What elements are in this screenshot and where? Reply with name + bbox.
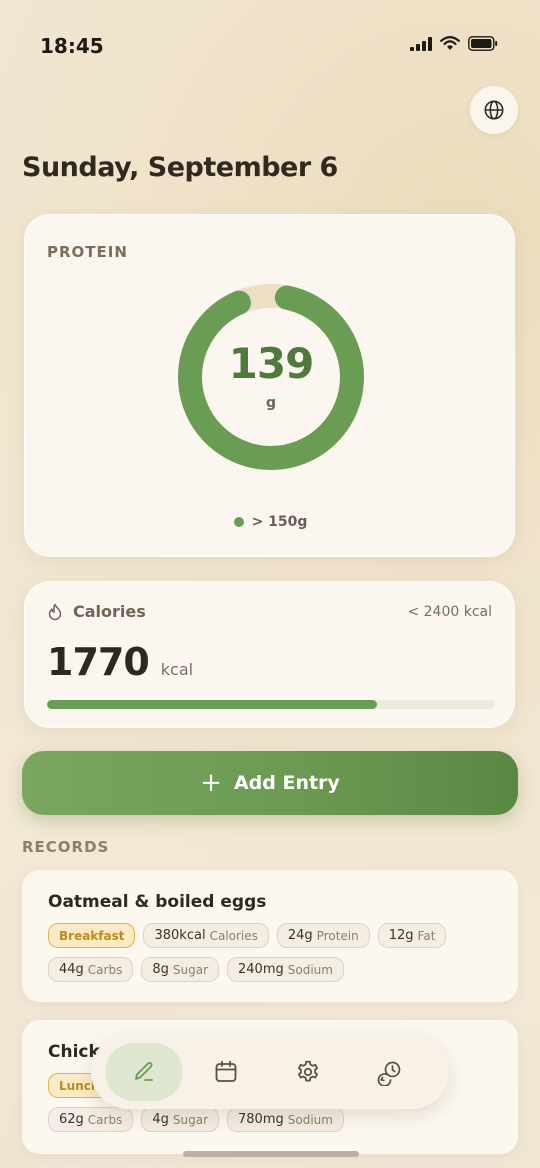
calories-goal: < 2400 kcal xyxy=(407,604,492,620)
records-heading: RECORDS xyxy=(22,838,110,856)
calories-card: Calories < 2400 kcal 1770 kcal xyxy=(24,581,515,728)
page-title: Sunday, September 6 xyxy=(22,152,338,183)
protein-label: PROTEIN xyxy=(47,243,128,261)
protein-ring: 139 g xyxy=(177,283,365,471)
meal-badge: Breakfast xyxy=(48,923,136,948)
protein-unit: g xyxy=(265,395,277,411)
record-item[interactable]: Oatmeal & boiled eggs Breakfast 380kcal C… xyxy=(22,870,518,1002)
record-chips: Breakfast 380kcal Calories 24g Protein 12g… xyxy=(48,923,447,948)
nav-log[interactable] xyxy=(105,1043,183,1101)
home-indicator xyxy=(183,1151,359,1157)
calories-progress-fill xyxy=(47,700,378,709)
add-entry-button[interactable]: + Add Entry xyxy=(22,751,518,815)
nav-history[interactable] xyxy=(351,1043,429,1101)
calories-chip: 380kcal Calories xyxy=(143,923,269,948)
protein-chip: 24g Protein xyxy=(276,923,370,948)
plus-icon: + xyxy=(200,768,222,798)
signal-icon xyxy=(410,36,432,51)
calories-progress-track xyxy=(47,700,495,709)
record-chips: 62g Carbs 4g Sugar 780mg Sodium xyxy=(48,1107,344,1132)
carbs-chip: 44g Carbs xyxy=(48,957,134,982)
history-icon xyxy=(377,1061,401,1086)
battery-icon xyxy=(468,36,498,51)
gear-icon xyxy=(298,1060,318,1082)
pencil-icon xyxy=(135,1062,153,1081)
status-bar: 18:45 xyxy=(0,0,540,92)
record-chips: 44g Carbs 8g Sugar 240mg Sodium xyxy=(48,957,344,982)
protein-card: PROTEIN 139 g > 150g xyxy=(24,214,515,557)
sodium-chip: 240mg Sodium xyxy=(227,957,344,982)
calories-unit: kcal xyxy=(160,660,194,679)
nav-settings[interactable] xyxy=(269,1043,347,1101)
wifi-icon xyxy=(440,36,460,50)
flame-icon xyxy=(48,603,62,620)
globe-icon xyxy=(484,100,504,120)
status-icons xyxy=(410,36,498,51)
protein-value: 139 xyxy=(228,339,315,388)
language-button[interactable] xyxy=(470,86,518,134)
calories-value: 1770 xyxy=(47,640,150,684)
protein-goal-text: > 150g xyxy=(251,514,308,530)
calories-value-row: 1770 kcal xyxy=(47,640,193,684)
sugar-chip: 4g Sugar xyxy=(141,1107,220,1132)
carbs-chip: 62g Carbs xyxy=(48,1107,134,1132)
protein-goal: > 150g xyxy=(25,514,516,530)
goal-dot xyxy=(233,517,244,527)
calories-label: Calories xyxy=(73,602,146,621)
sugar-chip: 8g Sugar xyxy=(141,957,220,982)
status-time: 18:45 xyxy=(40,34,104,58)
record-title: Oatmeal & boiled eggs xyxy=(48,892,267,912)
fat-chip: 12g Fat xyxy=(377,923,447,948)
calories-header: Calories xyxy=(47,602,146,621)
calendar-icon xyxy=(215,1060,237,1082)
nav-calendar[interactable] xyxy=(187,1043,265,1101)
bottom-nav xyxy=(91,1035,449,1109)
sodium-chip: 780mg Sodium xyxy=(227,1107,344,1132)
add-entry-label: Add Entry xyxy=(233,772,340,794)
